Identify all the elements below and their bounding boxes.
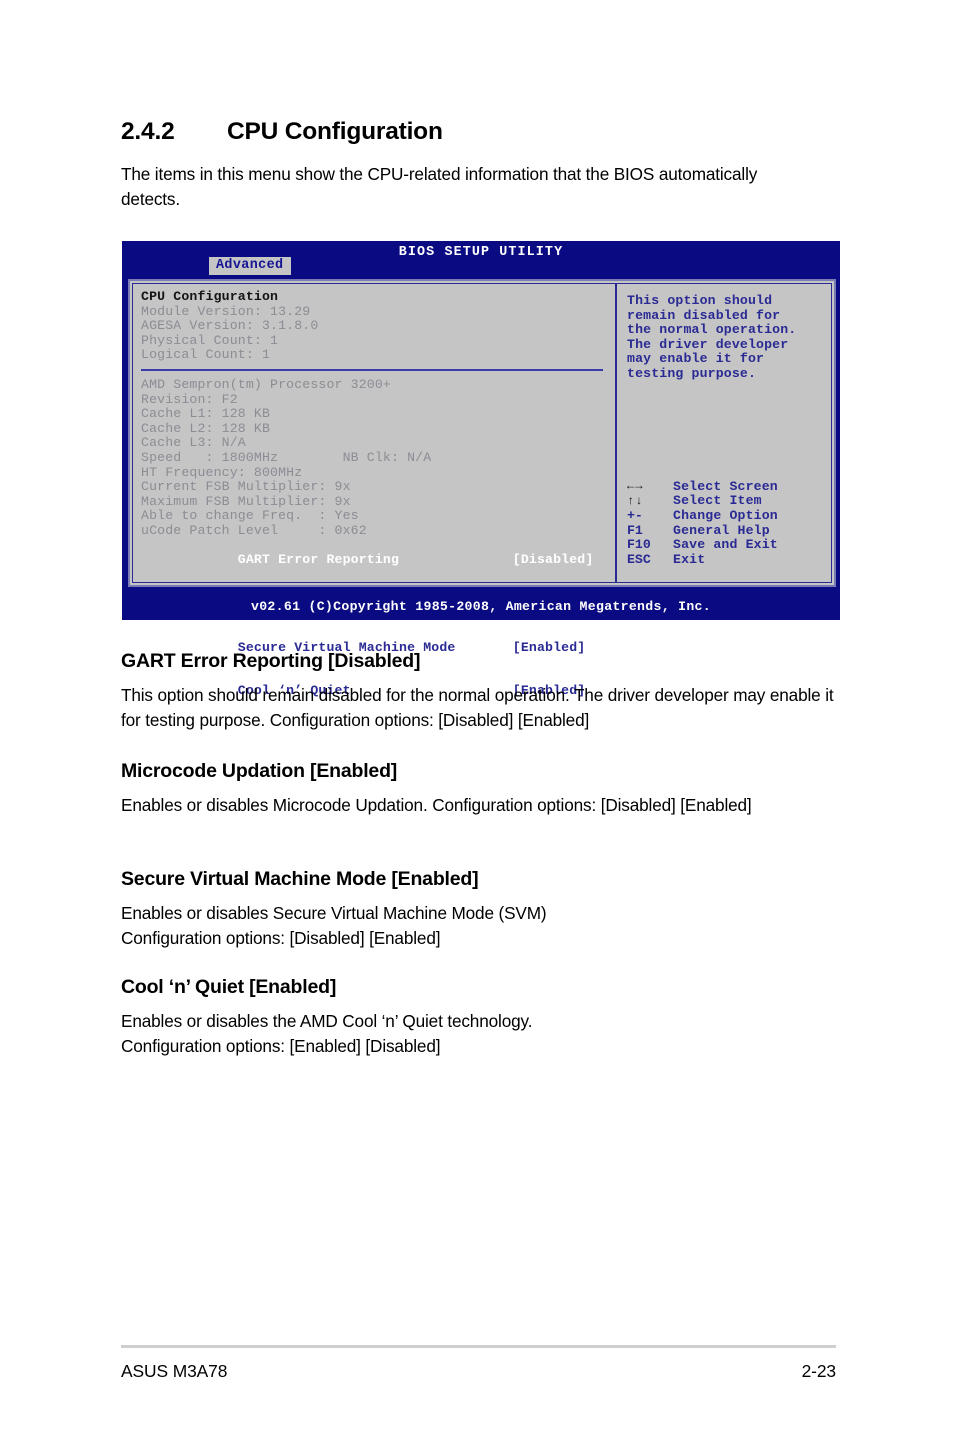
legend-label: Select Screen	[673, 478, 778, 494]
option-doc-title: Microcode Updation [Enabled]	[121, 760, 398, 782]
info-line: Able to change Freq. : Yes	[141, 508, 359, 524]
option-label: GART Error Reporting	[237, 552, 400, 568]
info-line: AMD Sempron(tm) Processor 3200+	[141, 376, 391, 392]
f1-key: F1	[627, 522, 643, 538]
info-line: Current FSB Multiplier: 9x	[141, 479, 351, 495]
section-separator	[141, 368, 603, 371]
info-line: Physical Count: 1	[141, 332, 279, 348]
option-doc-body: Enables or disables Microcode Updation. …	[121, 795, 752, 815]
up-down-arrow-icon: ↑↓	[627, 493, 644, 508]
legend-label: Save and Exit	[673, 537, 778, 553]
bios-key-legend: ←→ Select Screen ↑↓ Select Item +- Chang…	[627, 479, 827, 567]
legend-row: ESC Exit	[627, 552, 827, 567]
info-line: Cache L1: 128 KB	[141, 406, 271, 422]
option-value[interactable]: [Disabled]	[513, 552, 594, 567]
info-line: Revision: F2	[141, 391, 238, 407]
cpu-config-heading: CPU Configuration	[141, 289, 279, 304]
plus-minus-key: +-	[627, 507, 643, 523]
cpu-info-top: Module Version: 13.29 AGESA Version: 3.1…	[141, 303, 609, 363]
option-doc-body: Enables or disables the AMD Cool ‘n’ Qui…	[121, 1011, 533, 1056]
legend-label: General Help	[673, 522, 770, 538]
bios-footer-bar: v02.61 (C)Copyright 1985-2008, American …	[123, 595, 839, 619]
help-line: This option should	[627, 293, 773, 308]
panel-divider	[615, 284, 617, 582]
option-doc-body: Enables or disables Secure Virtual Machi…	[121, 903, 547, 948]
legend-label: Exit	[673, 551, 706, 567]
page-title: 2.4.2 CPU Configuration	[121, 118, 443, 146]
option-doc-gart: GART Error Reporting [Disabled] This opt…	[121, 650, 836, 733]
option-doc-title: Cool ‘n’ Quiet [Enabled]	[121, 976, 337, 998]
f10-key: F10	[627, 537, 651, 553]
legend-row: +- Change Option	[627, 508, 827, 523]
info-line: uCode Patch Level : 0x62	[141, 522, 367, 538]
legend-label: Select Item	[673, 493, 762, 509]
bios-copyright: v02.61 (C)Copyright 1985-2008, American …	[251, 599, 711, 614]
section-number: 2.4.2	[121, 118, 175, 145]
legend-label: Change Option	[673, 507, 778, 523]
info-line: AGESA Version: 3.1.8.0	[141, 318, 319, 334]
legend-row: F10 Save and Exit	[627, 537, 827, 552]
manual-page: 2.4.2 CPU Configuration The items in this…	[0, 0, 954, 1438]
option-doc-body: This option should remain disabled for t…	[121, 685, 834, 730]
option-doc-svm: Secure Virtual Machine Mode [Enabled] En…	[121, 868, 836, 951]
help-line: The driver developer	[627, 336, 789, 352]
legend-row: ↑↓ Select Item	[627, 493, 827, 509]
esc-key: ESC	[627, 551, 651, 567]
option-doc-title: Secure Virtual Machine Mode [Enabled]	[121, 868, 479, 890]
option-doc-microcode: Microcode Updation [Enabled] Enables or …	[121, 760, 836, 818]
bios-help-panel: This option should remain disabled for t…	[627, 290, 827, 382]
bios-titlebar: BIOS SETUP UTILITY Advanced	[123, 242, 839, 275]
help-text: This option should remain disabled for t…	[627, 293, 827, 382]
info-line: Module Version: 13.29	[141, 303, 311, 319]
bios-setup-window: BIOS SETUP UTILITY Advanced CPU Configur…	[122, 241, 840, 698]
bios-option-row[interactable]: GART Error Reporting [Disabled]	[141, 539, 609, 583]
left-right-arrow-icon: ←→	[627, 479, 644, 494]
bios-content-frame: CPU Configuration Module Version: 13.29 …	[128, 279, 836, 698]
option-doc-title: GART Error Reporting [Disabled]	[121, 650, 421, 672]
legend-row: ←→ Select Screen	[627, 479, 827, 494]
legend-row: F1 General Help	[627, 523, 827, 538]
help-line: the normal operation.	[627, 322, 797, 338]
section-intro: The items in this menu show the CPU-rela…	[121, 164, 758, 209]
option-doc-coolnquiet: Cool ‘n’ Quiet [Enabled] Enables or disa…	[121, 976, 836, 1059]
footer-divider	[121, 1345, 836, 1348]
info-line: Maximum FSB Multiplier: 9x	[141, 493, 351, 509]
info-line: HT Frequency: 800MHz	[141, 464, 303, 480]
help-line: testing purpose.	[627, 365, 757, 381]
footer-page-number: 2-23	[801, 1361, 837, 1381]
cpu-info-detail: AMD Sempron(tm) Processor 3200+ Revision…	[141, 376, 609, 539]
footer-product-name: ASUS M3A78	[121, 1361, 228, 1381]
info-line: Speed : 1800MHz NB Clk: N/A	[141, 449, 432, 465]
help-line: remain disabled for	[627, 307, 781, 323]
help-line: may enable it for	[627, 351, 765, 367]
info-line: Cache L2: 128 KB	[141, 420, 271, 436]
section-title: CPU Configuration	[227, 118, 443, 145]
info-line: Cache L3: N/A	[141, 435, 246, 451]
info-line: Logical Count: 1	[141, 347, 271, 363]
tab-advanced[interactable]: Advanced	[209, 257, 291, 275]
